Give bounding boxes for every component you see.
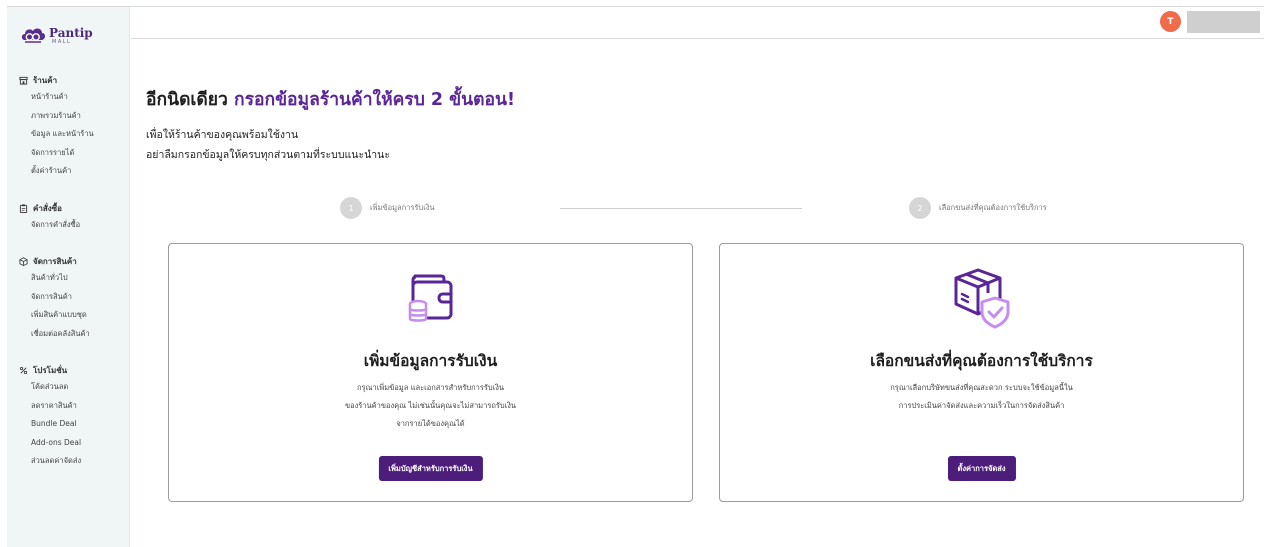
sidebar-item-bundle-deal[interactable]: Bundle Deal [7, 415, 130, 434]
sidebar-item-overview[interactable]: ภาพรวมร้านค้า [7, 107, 130, 126]
add-payment-account-button[interactable]: เพิ่มบัญชีสำหรับการรับเงิน [378, 456, 483, 481]
nav-section-orders: คำสั่งซื้อ จัดการคำสั่งซื้อ [7, 200, 130, 235]
top-bar [131, 7, 1264, 39]
card-desc-line: การประเมินค่าจัดส่งและความเร็วในการจัดส่… [898, 401, 1065, 410]
step-number: 1 [340, 197, 362, 219]
box-icon [19, 256, 33, 266]
sidebar-item-bulk-add[interactable]: เพิ่มสินค้าแบบชุด [7, 306, 130, 325]
sidebar-item-shipping-discount[interactable]: ส่วนลดค่าจัดส่ง [7, 452, 130, 471]
sidebar-item-manage-products[interactable]: จัดการสินค้า [7, 288, 130, 307]
wallet-coins-icon [408, 274, 452, 322]
step-1: 1 เพิ่มข้อมูลการรับเงิน [340, 197, 435, 219]
sidebar-item-price-cut[interactable]: ลดราคาสินค้า [7, 397, 130, 416]
card-title: เพิ่มข้อมูลการรับเงิน [363, 352, 498, 370]
brand-logo[interactable]: Pantip MALL [20, 26, 93, 46]
nav-section-products: จัดการสินค้า สินค้าทั่วไป จัดการสินค้า เ… [7, 253, 130, 343]
step-label: เลือกขนส่งที่คุณต้องการใช้บริการ [939, 203, 1047, 212]
subtitle-line-2: อย่าลืมกรอกข้อมูลให้ครบทุกส่วนตามที่ระบบ… [146, 149, 390, 161]
nav-head-products[interactable]: จัดการสินค้า [7, 253, 130, 269]
sidebar-item-income[interactable]: จัดการรายได้ [7, 144, 130, 163]
step-2: 2 เลือกขนส่งที่คุณต้องการใช้บริการ [909, 197, 1047, 219]
sidebar-item-settings[interactable]: ตั้งค่าร้านค้า [7, 162, 130, 181]
shipping-settings-button[interactable]: ตั้งค่าการจัดส่ง [947, 456, 1016, 481]
step-number: 2 [909, 197, 931, 219]
step-connector [560, 208, 802, 209]
package-shield-icon [954, 268, 1009, 329]
nav-head-promotions[interactable]: โปรโมชั่น [7, 362, 130, 378]
nav-section-store: ร้านค้า หน้าร้านค้า ภาพรวมร้านค้า ข้อมูล… [7, 72, 130, 181]
shipping-setup-card: เลือกขนส่งที่คุณต้องการใช้บริการ กรุณาเล… [719, 243, 1244, 502]
card-desc-line: กรุณาเลือกบริษัทขนส่งที่คุณสะดวก ระบบจะใ… [890, 383, 1073, 392]
sidebar-item-discount-code[interactable]: โค้ดส่วนลด [7, 378, 130, 397]
sidebar-item-general-products[interactable]: สินค้าทั่วไป [7, 269, 130, 288]
payment-setup-card: เพิ่มข้อมูลการรับเงิน กรุณาเพิ่มข้อมูล แ… [168, 243, 693, 502]
nav-head-label: จัดการสินค้า [33, 256, 77, 266]
clipboard-icon [19, 203, 33, 213]
sidebar-item-addons-deal[interactable]: Add-ons Deal [7, 434, 130, 453]
subtitle-line-1: เพื่อให้ร้านค้าของคุณพร้อมใช้งาน [146, 129, 299, 141]
brand-name: Pantip [49, 26, 93, 40]
nav-head-label: คำสั่งซื้อ [33, 203, 62, 213]
page-title: อีกนิดเดียว กรอกข้อมูลร้านค้าให้ครบ 2 ขั… [146, 85, 515, 113]
sidebar: Pantip MALL ร้านค้า หน้าร้านค้า ภาพรวมร้… [7, 7, 130, 547]
store-icon [19, 76, 33, 85]
title-accent: กรอกข้อมูลร้านค้าให้ครบ 2 ขั้นตอน! [233, 90, 515, 110]
sidebar-item-info[interactable]: ข้อมูล และหน้าร้าน [7, 125, 130, 144]
nav-head-label: โปรโมชั่น [33, 365, 68, 375]
nav-head-store[interactable]: ร้านค้า [7, 72, 130, 88]
sidebar-item-storefront[interactable]: หน้าร้านค้า [7, 88, 130, 107]
sidebar-item-warehouse[interactable]: เชื่อมต่อคลังสินค้า [7, 325, 130, 344]
user-menu[interactable] [1187, 11, 1260, 33]
nav-section-promotions: โปรโมชั่น โค้ดส่วนลด ลดราคาสินค้า Bundle… [7, 362, 130, 471]
card-description: กรุณาเพิ่มข้อมูล และเอกสารสำหรับการรับเง… [169, 379, 692, 433]
title-prefix: อีกนิดเดียว [146, 90, 228, 110]
nav-head-label: ร้านค้า [33, 75, 58, 85]
pantip-logo-icon [21, 28, 45, 43]
card-description: กรุณาเลือกบริษัทขนส่งที่คุณสะดวก ระบบจะใ… [720, 379, 1243, 415]
percent-icon [19, 366, 33, 375]
brand-sub: MALL [52, 39, 72, 45]
card-desc-line: จากรายได้ของคุณได้ [396, 419, 465, 428]
card-desc-line: กรุณาเพิ่มข้อมูล และเอกสารสำหรับการรับเง… [356, 383, 505, 392]
user-avatar[interactable]: T [1160, 11, 1181, 32]
nav-head-orders[interactable]: คำสั่งซื้อ [7, 200, 130, 216]
card-title: เลือกขนส่งที่คุณต้องการใช้บริการ [870, 352, 1093, 370]
sidebar-item-manage-orders[interactable]: จัดการคำสั่งซื้อ [7, 216, 130, 235]
step-label: เพิ่มข้อมูลการรับเงิน [370, 203, 435, 212]
card-desc-line: ของร้านค้าของคุณ ไม่เช่นนั้นคุณจะไม่สามา… [344, 401, 517, 410]
